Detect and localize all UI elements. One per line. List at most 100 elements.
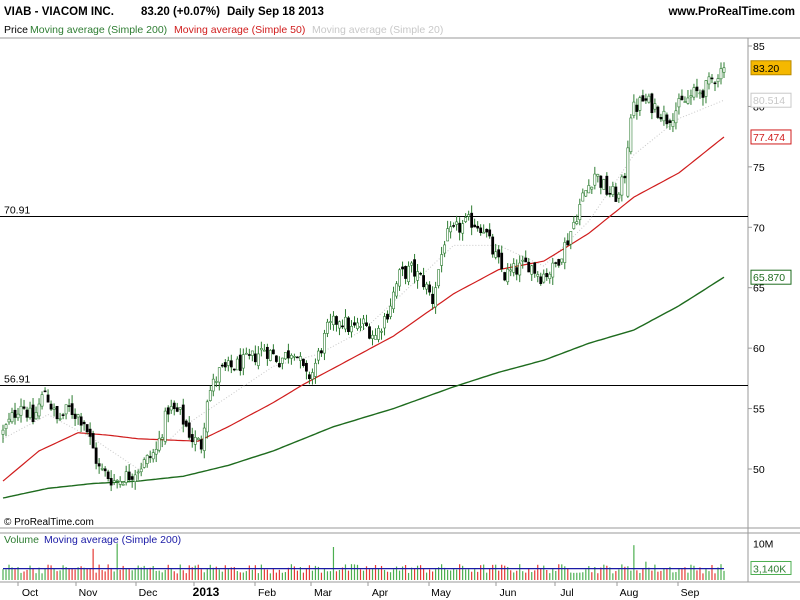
candle-body	[82, 421, 86, 425]
candle-body	[317, 350, 320, 361]
candle-body	[530, 265, 534, 275]
candle-body	[362, 318, 365, 325]
price-tick-label: 70	[753, 222, 765, 234]
candle-body	[422, 275, 425, 288]
candle-body	[172, 402, 176, 410]
volume-legend-label: Volume	[4, 534, 39, 546]
time-tick-label: May	[431, 587, 452, 599]
candle-body	[4, 424, 8, 429]
candle-body	[142, 459, 146, 468]
candle-body	[37, 403, 41, 417]
candle-body	[7, 418, 11, 423]
candle-body	[584, 190, 588, 197]
candle-body	[283, 352, 287, 360]
candle-body	[359, 326, 362, 328]
candle-body	[704, 80, 708, 97]
candle-body	[722, 67, 726, 73]
candle-body	[76, 414, 80, 418]
candle-body	[223, 362, 227, 368]
candle-body	[34, 412, 38, 420]
candle-body	[305, 362, 308, 372]
candle-body	[689, 95, 693, 98]
candle-body	[668, 120, 672, 123]
candle-body	[31, 404, 35, 423]
price-tick-label: 60	[753, 343, 765, 355]
candle-body	[338, 321, 341, 329]
time-tick-label: Jul	[560, 587, 573, 599]
candle-body	[256, 353, 260, 366]
candle-body	[695, 86, 699, 92]
candle-body	[314, 362, 317, 377]
candle-body	[91, 433, 95, 449]
candle-body	[271, 349, 275, 355]
candle-body	[97, 463, 101, 467]
candle-body	[130, 476, 134, 480]
candle-body	[247, 354, 251, 356]
candle-body	[449, 226, 453, 233]
price-tick-label: 85	[753, 41, 765, 53]
time-tick-label: Oct	[22, 587, 38, 599]
candle-body	[100, 468, 104, 470]
candle-body	[85, 424, 89, 433]
candle-body	[602, 179, 606, 190]
legend-ma200: Moving average (Simple 200)	[30, 24, 167, 36]
volume-legend-ma200: Moving average (Simple 200)	[44, 534, 181, 546]
candle-body	[680, 95, 684, 101]
candle-body	[560, 258, 564, 263]
candle-body	[265, 346, 269, 359]
candle-body	[461, 223, 465, 234]
candle-body	[578, 204, 582, 221]
candle-body	[401, 266, 404, 270]
price-tick-label: 75	[753, 162, 765, 174]
candle-body	[311, 372, 314, 380]
candle-body	[536, 274, 540, 277]
candle-body	[551, 262, 555, 278]
candle-body	[205, 401, 209, 433]
time-tick-label: Feb	[258, 587, 276, 599]
candle-body	[262, 349, 266, 352]
candle-body	[1, 429, 5, 435]
candle-body	[175, 407, 179, 412]
candle-body	[356, 322, 359, 329]
candle-body	[416, 271, 419, 281]
candle-body	[190, 434, 194, 443]
candle-body	[238, 354, 242, 371]
candle-body	[617, 193, 621, 199]
time-tick-label: Aug	[620, 587, 639, 599]
candle-body	[497, 249, 501, 258]
candle-body	[274, 355, 278, 362]
candle-body	[503, 272, 507, 281]
candle-body	[545, 273, 549, 278]
candle-body	[383, 316, 386, 329]
candle-body	[518, 262, 522, 276]
candle-body	[193, 437, 197, 445]
candle-body	[320, 350, 323, 354]
last-value-label: 83.20	[753, 63, 779, 75]
candle-body	[539, 276, 543, 284]
candle-body	[79, 416, 83, 426]
candle-body	[431, 293, 434, 304]
candle-body	[500, 252, 504, 270]
horizontal-line-label: 70.91	[4, 205, 30, 217]
last-value-label: 80.514	[753, 95, 785, 107]
candle-body	[650, 93, 654, 114]
candle-body	[479, 227, 483, 234]
candle-body	[67, 405, 71, 407]
candle-body	[296, 356, 299, 359]
candle-body	[533, 262, 537, 274]
time-tick-label: Nov	[79, 587, 98, 599]
candle-body	[380, 330, 383, 333]
candle-body	[566, 240, 570, 246]
candle-body	[329, 321, 332, 323]
candle-body	[677, 98, 681, 108]
candle-body	[563, 242, 567, 263]
candle-body	[419, 272, 422, 275]
period-label: Daily	[227, 6, 255, 18]
candle-body	[64, 404, 68, 415]
candle-body	[611, 186, 615, 195]
candle-body	[593, 173, 597, 186]
candle-body	[25, 409, 29, 418]
candle-body	[49, 403, 53, 410]
candle-body	[302, 358, 305, 366]
candle-body	[509, 269, 513, 272]
